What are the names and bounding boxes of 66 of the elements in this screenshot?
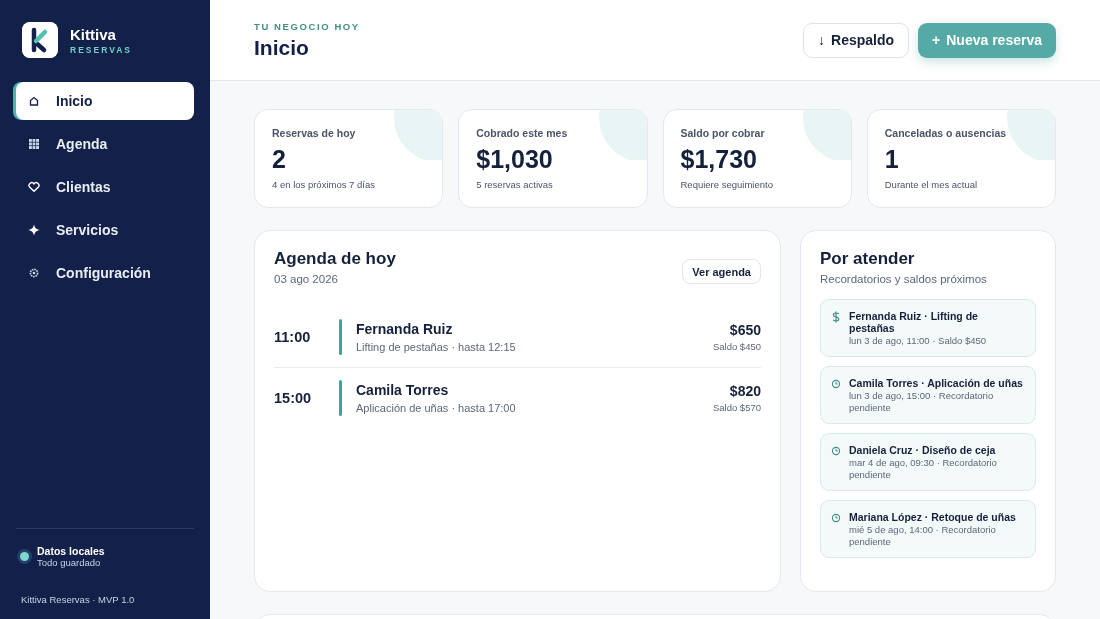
- clock-icon: [831, 445, 841, 457]
- pending-item[interactable]: Mariana López · Retoque de uñas mié 5 de ago, 14:00 · Recordatorio pendiente: [820, 500, 1036, 558]
- stat-note: 5 reservas activas: [476, 179, 554, 190]
- appointment-detail: Lifting de pestañas · hasta 12:15: [356, 341, 517, 353]
- agenda-date: 03 ago 2026: [274, 273, 339, 285]
- grid-icon: [28, 138, 40, 150]
- pending-title: Camila Torres · Aplicación de uñas: [849, 377, 1024, 389]
- dollar-icon: [831, 311, 841, 323]
- brand-subtitle: RESERVAS: [70, 44, 132, 55]
- pending-detail: lun 3 de ago, 11:00 · Saldo $450: [849, 335, 988, 347]
- pending-title: Fernanda Ruiz · Lifting de pestañas: [849, 310, 979, 334]
- sync-subtitle: Todo guardado: [37, 557, 102, 568]
- nav-item[interactable]: Agenda: [16, 125, 194, 163]
- card-title: Por atender: [820, 249, 916, 269]
- client-name: Fernanda Ruiz: [356, 321, 454, 337]
- card-subtitle: Recordatorios y saldos próximos: [820, 273, 988, 285]
- card-title: Agenda de hoy: [274, 249, 396, 269]
- heart-icon: [28, 181, 40, 193]
- version-text: Kittiva Reservas · MVP 1.0: [21, 594, 136, 605]
- stat-label: Canceladas o ausencias: [884, 127, 1008, 139]
- backup-button[interactable]: ↓ Respaldo: [803, 22, 910, 58]
- gear-icon: [28, 267, 40, 279]
- nav-item[interactable]: Clientas: [16, 168, 194, 206]
- stat-value: 2: [272, 145, 287, 174]
- appointment-price: $650: [728, 322, 761, 338]
- balance-text: Saldo $450: [712, 341, 761, 352]
- stat-note: Requiere seguimiento: [680, 179, 774, 190]
- stat-note: Durante el mes actual: [884, 179, 979, 190]
- pending-item[interactable]: Fernanda Ruiz · Lifting de pestañas lun 3 de ago, 11:00 · Saldo $450: [820, 299, 1036, 357]
- nav-item[interactable]: Servicios: [16, 211, 194, 249]
- appointment-detail: Aplicación de uñas · hasta 17:00: [356, 402, 517, 414]
- nav-item[interactable]: Inicio: [16, 82, 194, 120]
- appointment-time: 11:00: [274, 329, 312, 345]
- accent-bar: [339, 380, 342, 416]
- balance-text: Saldo $570: [712, 402, 761, 413]
- accent-bar: [339, 319, 342, 355]
- pending-detail: lun 3 de ago, 15:00 · Recordatorio pendiente: [849, 390, 995, 414]
- pending-detail: mié 5 de ago, 14:00 · Recordatorio pendiente: [849, 524, 997, 548]
- appointment-time: 15:00: [274, 390, 313, 406]
- clock-icon: [831, 512, 841, 524]
- pending-title: Mariana López · Retoque de uñas: [849, 511, 1017, 523]
- stat-value: $1,730: [680, 145, 758, 174]
- appointment-price: $820: [728, 383, 761, 399]
- client-name: Camila Torres: [356, 382, 450, 398]
- pending-title: Daniela Cruz · Diseño de ceja: [849, 444, 997, 456]
- pending-item[interactable]: Camila Torres · Aplicación de uñas lun 3 de ago, 15:00 · Recordatorio pendiente: [820, 366, 1036, 424]
- stat-label: Saldo por cobrar: [680, 127, 766, 139]
- pending-detail: mar 4 de ago, 09:30 · Recordatorio pendiente: [849, 457, 998, 481]
- plus-icon: +: [932, 32, 941, 48]
- logo-icon: [22, 22, 58, 58]
- page-eyebrow: TU NEGOCIO HOY: [254, 20, 360, 32]
- stat-value: $1,030: [476, 145, 554, 174]
- home-icon: [28, 95, 40, 107]
- stat-note: 4 en los próximos 7 días: [272, 179, 376, 190]
- sync-title: Datos locales: [37, 545, 105, 557]
- stat-label: Reservas de hoy: [272, 127, 357, 139]
- pending-item[interactable]: Daniela Cruz · Diseño de ceja mar 4 de ago, 09:30 · Recordatorio pendiente: [820, 433, 1036, 491]
- page-title: Inicio: [254, 35, 310, 60]
- nav-item[interactable]: Configuración: [16, 254, 194, 292]
- clock-icon: [831, 378, 841, 390]
- arrow-icon: ↓: [818, 32, 826, 48]
- sparkle-icon: [28, 224, 40, 236]
- stat-value: 1: [884, 145, 900, 174]
- brand-name: Kittiva: [70, 25, 117, 43]
- stat-label: Cobrado este mes: [476, 127, 569, 139]
- view-agenda-button[interactable]: Ver agenda: [682, 259, 761, 284]
